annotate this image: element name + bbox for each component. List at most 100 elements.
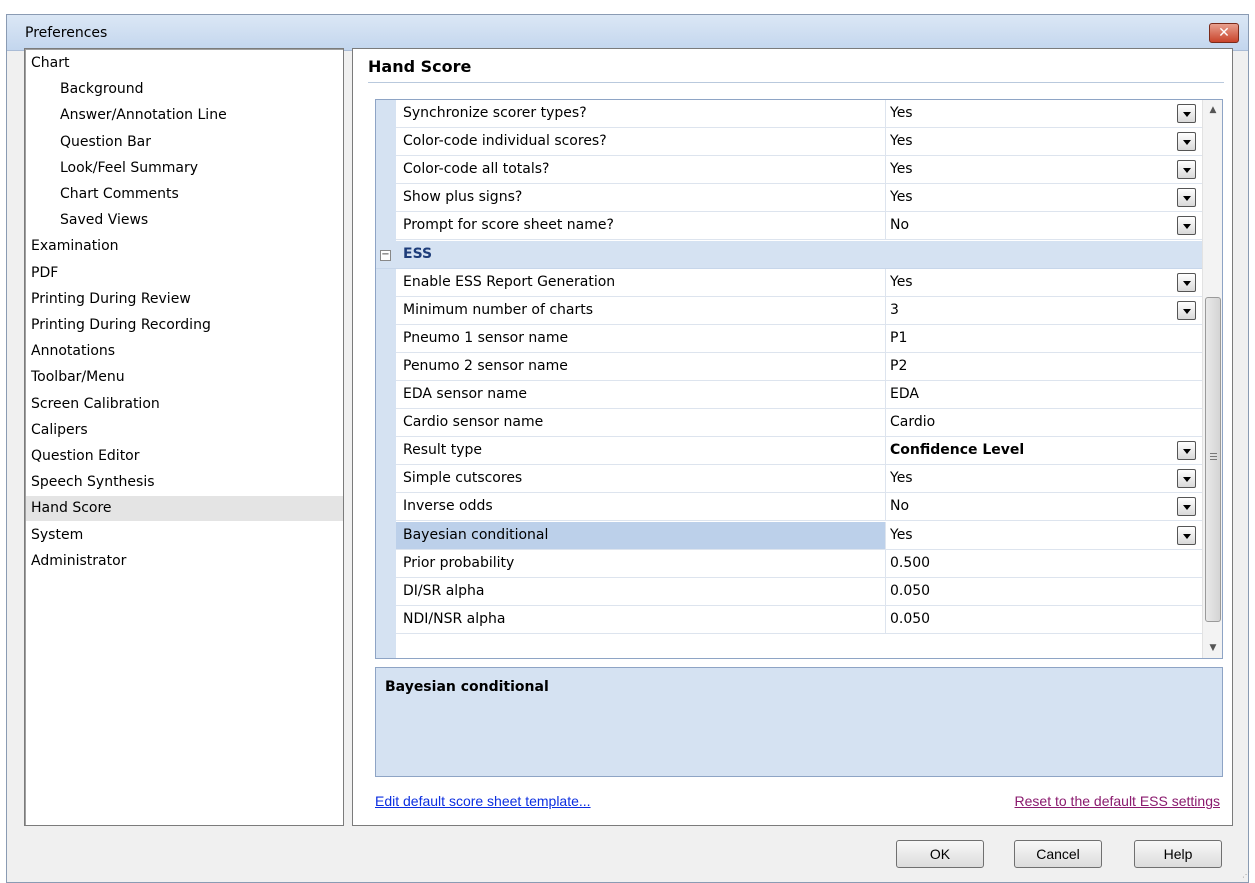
dropdown-arrow-icon[interactable] [1177, 441, 1196, 461]
property-row[interactable]: Pneumo 1 sensor name P1 [396, 324, 1202, 353]
nav-item-toolbar-menu[interactable]: Toolbar/Menu [31, 365, 343, 390]
category-ess[interactable]: − ESS [376, 240, 1202, 269]
nav-item-printing-during-review[interactable]: Printing During Review [31, 287, 343, 312]
property-value[interactable]: 0.050 [890, 583, 930, 599]
property-value[interactable]: P2 [890, 358, 907, 374]
collapse-icon[interactable]: − [380, 249, 391, 261]
property-row[interactable]: Simple cutscores Yes [396, 465, 1202, 494]
property-value-cell[interactable]: EDA [885, 381, 1202, 408]
reset-ess-link[interactable]: Reset to the default ESS settings [1015, 793, 1220, 809]
property-row[interactable]: Penumo 2 sensor name P2 [396, 352, 1202, 381]
property-value[interactable]: Yes [890, 274, 913, 290]
property-value-cell[interactable]: 0.050 [885, 577, 1202, 605]
nav-item-speech-synthesis[interactable]: Speech Synthesis [31, 470, 343, 495]
property-value-cell[interactable]: Yes [885, 128, 1202, 156]
ok-button[interactable]: OK [896, 840, 984, 868]
nav-item-screen-calibration[interactable]: Screen Calibration [31, 392, 343, 417]
property-value-cell[interactable]: P1 [885, 324, 1202, 352]
nav-item-administrator[interactable]: Administrator [31, 549, 343, 574]
property-value[interactable]: Yes [890, 527, 913, 543]
property-value-cell[interactable]: Confidence Level [885, 437, 1202, 465]
edit-template-link[interactable]: Edit default score sheet template... [375, 793, 591, 809]
property-row[interactable]: Minimum number of charts 3 [396, 296, 1202, 325]
property-row[interactable]: Cardio sensor name Cardio [396, 409, 1202, 438]
property-row[interactable]: Show plus signs? Yes [396, 184, 1202, 213]
property-row[interactable]: Inverse odds No [396, 493, 1202, 522]
property-row[interactable]: Prior probability 0.500 [396, 549, 1202, 578]
property-value[interactable]: Yes [890, 470, 913, 486]
nav-item-hand-score[interactable]: Hand Score [26, 496, 343, 522]
property-row[interactable]: Bayesian conditional Yes [396, 521, 1202, 550]
property-value-cell[interactable]: Yes [885, 156, 1202, 184]
property-row[interactable]: Color-code individual scores? Yes [396, 128, 1202, 157]
property-value-cell[interactable]: No [885, 493, 1202, 521]
dropdown-arrow-icon[interactable] [1177, 525, 1196, 545]
help-button[interactable]: Help [1134, 840, 1222, 868]
property-value[interactable]: Confidence Level [890, 442, 1024, 458]
nav-item-chart[interactable]: Chart [31, 51, 343, 76]
property-value-cell[interactable]: 3 [885, 296, 1202, 324]
nav-item-question-bar[interactable]: Question Bar [60, 130, 343, 155]
dropdown-arrow-icon[interactable] [1177, 160, 1196, 180]
property-row[interactable]: NDI/NSR alpha 0.050 [396, 605, 1202, 634]
property-name: Simple cutscores [403, 470, 523, 487]
property-value-cell[interactable]: P2 [885, 352, 1202, 380]
nav-item-saved-views[interactable]: Saved Views [60, 208, 343, 233]
nav-item-chart-comments[interactable]: Chart Comments [60, 182, 343, 207]
property-row[interactable]: DI/SR alpha 0.050 [396, 577, 1202, 606]
property-value[interactable]: P1 [890, 330, 907, 346]
dropdown-arrow-icon[interactable] [1177, 104, 1196, 123]
property-value[interactable]: No [890, 217, 909, 233]
property-row[interactable]: Prompt for score sheet name? No [396, 212, 1202, 241]
dropdown-arrow-icon[interactable] [1177, 216, 1196, 236]
cancel-button[interactable]: Cancel [1014, 840, 1102, 868]
nav-item-system[interactable]: System [31, 523, 343, 548]
property-value-cell[interactable]: Cardio [885, 409, 1202, 437]
property-value[interactable]: No [890, 498, 909, 514]
property-value[interactable]: Yes [890, 189, 913, 205]
close-button[interactable]: ✕ [1209, 23, 1239, 43]
dropdown-arrow-icon[interactable] [1177, 497, 1196, 517]
scroll-down-icon[interactable]: ▼ [1203, 638, 1222, 658]
property-value[interactable]: Cardio [890, 414, 935, 430]
nav-item-printing-during-recording[interactable]: Printing During Recording [31, 313, 343, 338]
dropdown-arrow-icon[interactable] [1177, 272, 1196, 292]
property-row[interactable]: Color-code all totals? Yes [396, 156, 1202, 185]
dropdown-arrow-icon[interactable] [1177, 132, 1196, 152]
nav-item-look-feel-summary[interactable]: Look/Feel Summary [60, 156, 343, 181]
property-value-cell[interactable]: Yes [885, 184, 1202, 212]
property-value[interactable]: Yes [890, 161, 913, 177]
property-value[interactable]: 3 [890, 302, 899, 318]
nav-item-answer-annotation-line[interactable]: Answer/Annotation Line [60, 103, 343, 128]
property-value-cell[interactable]: Yes [885, 465, 1202, 493]
property-row[interactable]: Result type Confidence Level [396, 437, 1202, 466]
property-value[interactable]: Yes [890, 105, 913, 121]
scroll-thumb[interactable] [1205, 297, 1221, 622]
dropdown-arrow-icon[interactable] [1177, 188, 1196, 208]
scroll-up-icon[interactable]: ▲ [1203, 100, 1222, 120]
nav-item-question-editor[interactable]: Question Editor [31, 444, 343, 469]
preferences-nav-tree[interactable]: Chart Background Answer/Annotation Line Que… [24, 48, 344, 826]
property-value[interactable]: 0.050 [890, 611, 930, 627]
property-value-cell[interactable]: No [885, 212, 1202, 240]
nav-item-annotations[interactable]: Annotations [31, 339, 343, 364]
property-row[interactable]: Synchronize scorer types? Yes [396, 100, 1202, 128]
dropdown-arrow-icon[interactable] [1177, 300, 1196, 320]
property-row[interactable]: EDA sensor name EDA [396, 381, 1202, 409]
nav-item-background[interactable]: Background [60, 77, 343, 102]
nav-item-calipers[interactable]: Calipers [31, 418, 343, 443]
nav-item-pdf[interactable]: PDF [31, 261, 343, 286]
property-grid-scrollbar[interactable]: ▲ ▼ [1202, 100, 1222, 658]
resize-grip-icon[interactable]: ⋰ [1242, 870, 1252, 880]
property-value[interactable]: Yes [890, 133, 913, 149]
property-value-cell[interactable]: Yes [885, 521, 1202, 549]
property-value[interactable]: EDA [890, 386, 919, 402]
property-value-cell[interactable]: 0.500 [885, 549, 1202, 577]
dropdown-arrow-icon[interactable] [1177, 469, 1196, 489]
property-value[interactable]: 0.500 [890, 555, 930, 571]
property-value-cell[interactable]: Yes [885, 268, 1202, 296]
property-value-cell[interactable]: 0.050 [885, 605, 1202, 633]
property-row[interactable]: Enable ESS Report Generation Yes [396, 268, 1202, 297]
nav-item-examination[interactable]: Examination [31, 234, 343, 259]
property-value-cell[interactable]: Yes [885, 100, 1202, 127]
